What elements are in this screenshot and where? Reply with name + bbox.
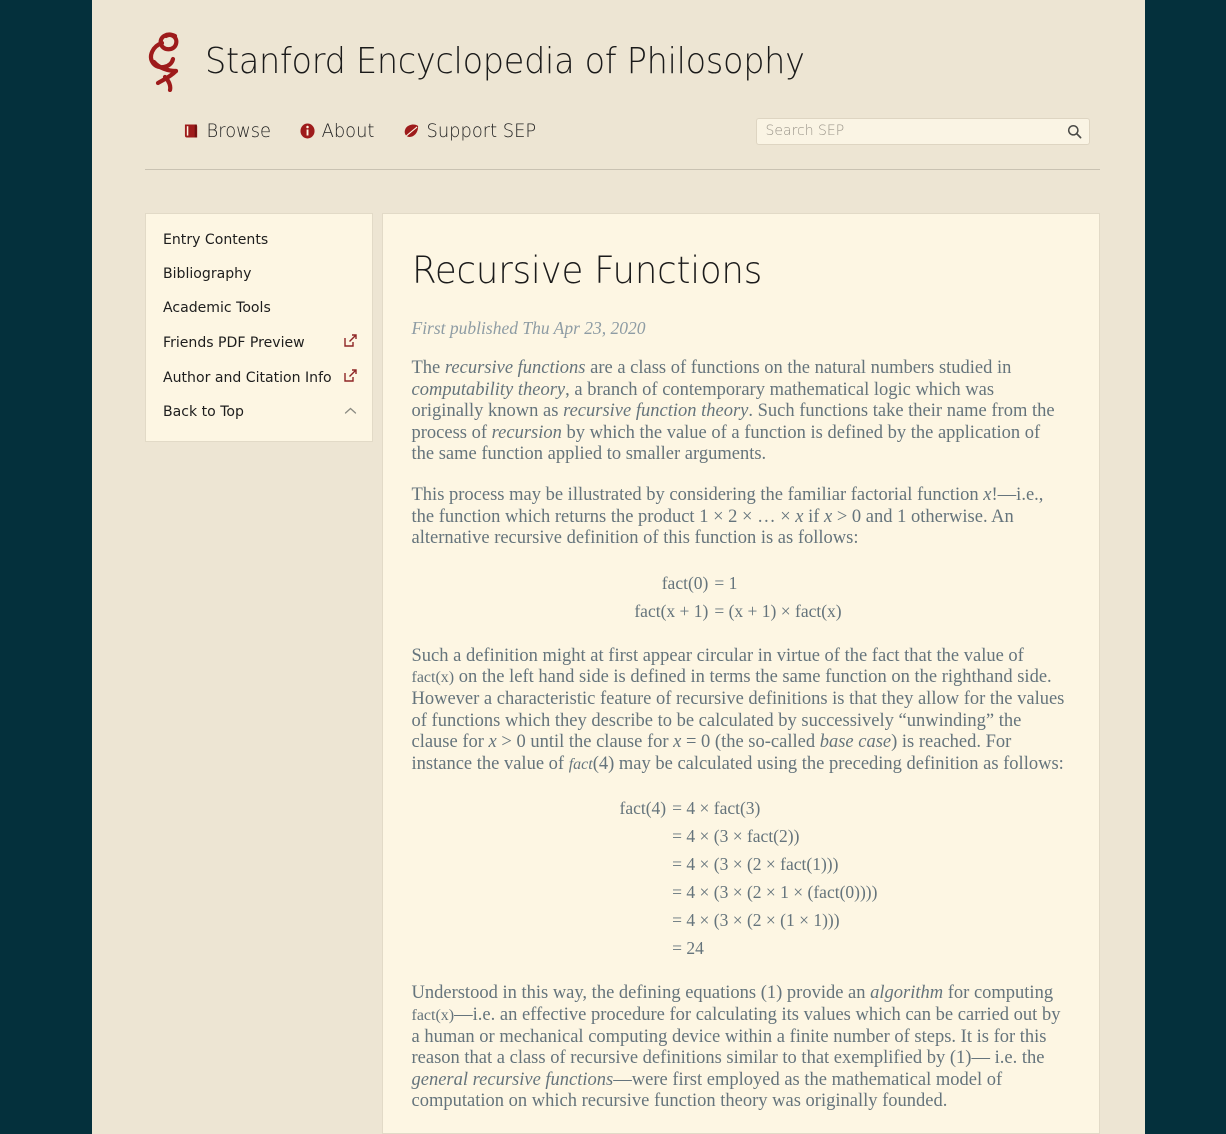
inline-function-fact: fact bbox=[568, 755, 593, 773]
text-run: if bbox=[803, 506, 825, 527]
math-variable-x: x bbox=[983, 484, 992, 505]
masthead: Stanford Encyclopedia of Philosophy bbox=[138, 22, 1100, 100]
equation-rhs: = 4 × (3 × (2 × (1 × 1))) bbox=[672, 910, 840, 931]
nav-item-support-sep[interactable]: Support SEP bbox=[403, 120, 536, 142]
sidebar-item-academic-tools[interactable]: Academic Tools bbox=[146, 291, 372, 325]
main-navigation: Browse About Support SEP Search SEP bbox=[138, 100, 1100, 162]
equation-rhs: = 1 bbox=[714, 572, 738, 593]
page-title: Recursive Functions bbox=[411, 249, 762, 292]
text-run: are a class of functions on the natural … bbox=[585, 358, 1012, 378]
equation-lhs: fact(0) bbox=[661, 572, 709, 593]
search-form bbox=[755, 117, 1090, 145]
math-variable-x: x bbox=[488, 732, 497, 753]
equation-lhs bbox=[620, 936, 673, 964]
equation-block-1: fact(0) = 1 fact(x + 1) = (x + 1) × fact… bbox=[412, 571, 1065, 627]
nav-item-browse[interactable]: Browse bbox=[184, 120, 271, 142]
emphasis-base-case: base case bbox=[819, 732, 892, 753]
sidebar-label-friends-pdf-preview: Friends PDF Preview bbox=[162, 334, 305, 351]
equation-row: = 4 × (3 × (2 × fact(1))) bbox=[620, 852, 878, 880]
publication-date: First published Thu Apr 23, 2020 bbox=[411, 318, 646, 338]
info-circle-icon bbox=[300, 123, 315, 139]
site-title: Stanford Encyclopedia of Philosophy bbox=[204, 40, 805, 82]
paragraph-1: The recursive functions are a class of f… bbox=[412, 358, 1065, 466]
equation-lhs bbox=[620, 852, 673, 880]
entry-content: Recursive Functions First published Thu … bbox=[381, 213, 1100, 1134]
equation-row: = 4 × (3 × fact(2)) bbox=[620, 824, 878, 852]
text-run: This process may be illustrated by consi… bbox=[411, 484, 984, 505]
leaf-icon bbox=[403, 123, 420, 139]
entry-nav-sidebar: Entry Contents Bibliography Academic Too… bbox=[144, 213, 373, 442]
equation-rhs: = 4 × (3 × (2 × fact(1))) bbox=[672, 854, 839, 875]
sidebar-label-entry-contents: Entry Contents bbox=[162, 232, 268, 248]
equation-lhs bbox=[620, 880, 673, 908]
equation-rhs: = 4 × fact(3) bbox=[672, 798, 761, 819]
equation-rhs: = 4 × (3 × (2 × 1 × (fact(0)))) bbox=[672, 882, 878, 903]
sidebar-item-back-to-top[interactable]: Back to Top bbox=[146, 395, 372, 429]
search-input[interactable] bbox=[755, 117, 1090, 145]
emphasis-recursive-function-theory: recursive function theory bbox=[563, 401, 749, 422]
sidebar-item-author-and-citation-info[interactable]: Author and Citation Info bbox=[146, 360, 372, 395]
equation-row: fact(x + 1) = (x + 1) × fact(x) bbox=[634, 599, 841, 627]
external-link-icon bbox=[343, 334, 357, 351]
nav-label-about: About bbox=[321, 120, 375, 142]
sidebar-item-entry-contents[interactable]: Entry Contents bbox=[146, 223, 372, 257]
external-link-icon bbox=[343, 369, 357, 386]
emphasis-recursion: recursion bbox=[491, 422, 562, 443]
equation-lhs bbox=[620, 824, 673, 852]
equation-rhs: = 4 × (3 × fact(2)) bbox=[672, 826, 800, 847]
inline-function-fact-x: fact(x) bbox=[411, 669, 455, 687]
equation-lhs: fact(4) bbox=[619, 798, 667, 819]
paragraph-4: Understood in this way, the defining equ… bbox=[412, 983, 1065, 1113]
equation-rhs: = (x + 1) × fact(x) bbox=[714, 600, 842, 621]
search-button[interactable] bbox=[1064, 121, 1086, 142]
text-run: = 0 (the so-called bbox=[681, 732, 820, 753]
sidebar-label-bibliography: Bibliography bbox=[162, 266, 251, 282]
sidebar-label-academic-tools: Academic Tools bbox=[162, 300, 271, 316]
text-run: The bbox=[411, 358, 445, 378]
text-run: Such a definition might at first appear … bbox=[411, 645, 1024, 666]
equation-block-2: fact(4) = 4 × fact(3) = 4 × (3 × fact(2)… bbox=[412, 796, 1065, 964]
search-icon bbox=[1067, 124, 1082, 138]
equation-row: = 4 × (3 × (2 × 1 × (fact(0)))) bbox=[620, 880, 878, 908]
text-run: (4) may be calculated using the precedin… bbox=[592, 753, 1064, 774]
sidebar-label-author-and-citation-info: Author and Citation Info bbox=[162, 369, 332, 386]
nav-item-about[interactable]: About bbox=[300, 120, 375, 142]
inline-function-fact-x: fact(x) bbox=[411, 1006, 455, 1024]
equation-lhs: fact(x + 1) bbox=[634, 600, 709, 621]
sep-thinker-logo-icon[interactable] bbox=[145, 30, 193, 93]
emphasis-algorithm: algorithm bbox=[870, 983, 944, 1004]
sidebar-label-back-to-top: Back to Top bbox=[162, 404, 244, 420]
nav-label-support-sep: Support SEP bbox=[426, 120, 537, 142]
nav-label-browse: Browse bbox=[206, 120, 271, 142]
emphasis-computability-theory: computability theory bbox=[411, 379, 566, 400]
equation-row: fact(0) = 1 bbox=[634, 571, 841, 599]
equation-row: = 24 bbox=[620, 936, 878, 964]
sidebar-item-bibliography[interactable]: Bibliography bbox=[146, 257, 372, 291]
equation-row: = 4 × (3 × (2 × (1 × 1))) bbox=[620, 908, 878, 936]
equation-row: fact(4) = 4 × fact(3) bbox=[620, 796, 878, 824]
page-sheet: Stanford Encyclopedia of Philosophy Brow… bbox=[92, 0, 1145, 1134]
equation-rhs: = 24 bbox=[672, 938, 704, 959]
chevron-up-icon bbox=[344, 404, 357, 420]
paragraph-3: Such a definition might at first appear … bbox=[412, 646, 1065, 776]
paragraph-2: This process may be illustrated by consi… bbox=[412, 485, 1065, 550]
text-run: for computing bbox=[943, 983, 1054, 1004]
book-icon bbox=[184, 123, 200, 139]
equation-lhs bbox=[620, 908, 673, 936]
text-run: Understood in this way, the defining equ… bbox=[411, 983, 871, 1004]
emphasis-recursive-functions: recursive functions bbox=[444, 358, 586, 378]
text-run: > 0 until the clause for bbox=[496, 732, 674, 753]
text-run: —i.e. an effective procedure for calcula… bbox=[411, 1004, 1061, 1069]
sidebar-item-friends-pdf-preview[interactable]: Friends PDF Preview bbox=[146, 325, 372, 360]
